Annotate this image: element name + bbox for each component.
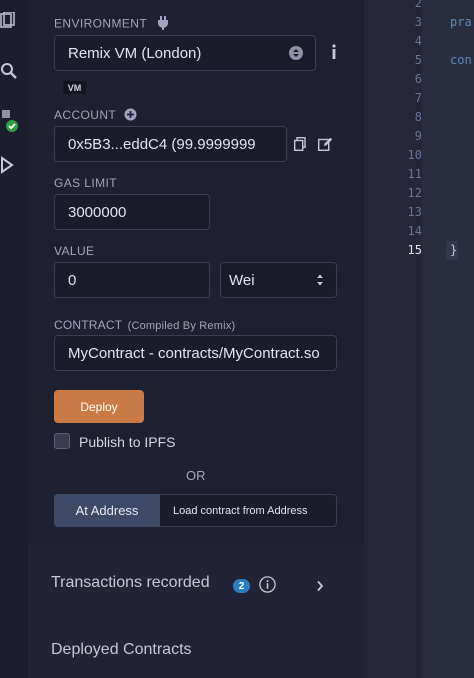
contract-label-note: (Compiled By Remix) (127, 320, 236, 332)
vm-badge: VM (63, 81, 86, 94)
value-label: VALUE (54, 244, 95, 258)
copy-icon[interactable] (293, 136, 306, 156)
environment-label-text: ENVIRONMENT (54, 16, 147, 31)
code-line[interactable]: } (450, 243, 457, 257)
environment-select[interactable]: Remix VM (London) (54, 35, 316, 71)
gas-limit-value: 3000000 (68, 203, 127, 221)
publish-ipfs-label: Publish to IPFS (79, 434, 176, 450)
line-number: 11 (407, 167, 422, 181)
line-number: 15 (407, 243, 422, 257)
code-line[interactable]: pra (450, 15, 472, 29)
line-number: 7 (414, 91, 422, 105)
search-icon[interactable] (0, 62, 18, 80)
add-account-icon[interactable] (124, 108, 137, 124)
line-number: 2 (414, 0, 422, 10)
contract-label-text: CONTRACT (54, 318, 123, 332)
line-number: 13 (407, 205, 422, 219)
account-value: 0x5B3...eddC4 (99.9999999 (68, 135, 256, 153)
line-number: 10 (407, 148, 422, 162)
compiler-check-icon[interactable] (0, 108, 22, 132)
code-line[interactable]: con (450, 53, 472, 67)
line-number: 9 (414, 129, 422, 143)
transactions-count-badge: 2 (233, 579, 250, 593)
select-arrows-icon (289, 46, 303, 60)
contract-label: CONTRACT (Compiled By Remix) (54, 318, 235, 332)
account-label-text: ACCOUNT (54, 108, 116, 123)
value-unit: Wei (229, 271, 255, 289)
value-unit-select[interactable]: Wei (220, 262, 337, 298)
line-number: 4 (414, 34, 422, 48)
at-address-button[interactable]: At Address (54, 494, 160, 527)
account-select[interactable]: 0x5B3...eddC4 (99.9999999 (54, 126, 287, 162)
line-number: 3 (414, 15, 422, 29)
unit-arrows-icon (316, 273, 324, 287)
line-number: 5 (414, 53, 422, 67)
deploy-button[interactable]: Deploy (54, 390, 144, 423)
plug-icon (157, 16, 169, 33)
edit-icon[interactable] (317, 137, 333, 156)
or-divider: OR (186, 468, 206, 483)
load-address-input[interactable]: Load contract from Address (160, 494, 337, 527)
chevron-right-icon[interactable] (316, 579, 324, 597)
value-amount: 0 (68, 271, 77, 289)
value-input[interactable]: 0 (54, 262, 210, 298)
line-number: 12 (407, 186, 422, 200)
line-number: 8 (414, 110, 422, 124)
contract-value: MyContract - contracts/MyContract.sol (68, 344, 320, 362)
icon-sidebar (0, 0, 28, 678)
deployed-contracts-title: Deployed Contracts (51, 641, 192, 658)
environment-value: Remix VM (London) (68, 44, 202, 62)
info-circle-icon[interactable] (259, 576, 276, 598)
environment-label: ENVIRONMENT (54, 16, 169, 33)
gas-limit-input[interactable]: 3000000 (54, 194, 210, 230)
transactions-recorded-title[interactable]: Transactions recorded (51, 574, 210, 592)
account-label: ACCOUNT (54, 108, 137, 124)
publish-ipfs-checkbox[interactable] (54, 433, 70, 449)
line-number: 14 (407, 224, 422, 238)
contract-select[interactable]: MyContract - contracts/MyContract.sol (54, 335, 337, 371)
gas-limit-label: GAS LIMIT (54, 176, 117, 190)
file-explorer-icon[interactable] (0, 11, 18, 30)
info-icon[interactable] (330, 44, 338, 65)
line-number: 6 (414, 72, 422, 86)
deploy-run-icon[interactable] (0, 156, 18, 174)
